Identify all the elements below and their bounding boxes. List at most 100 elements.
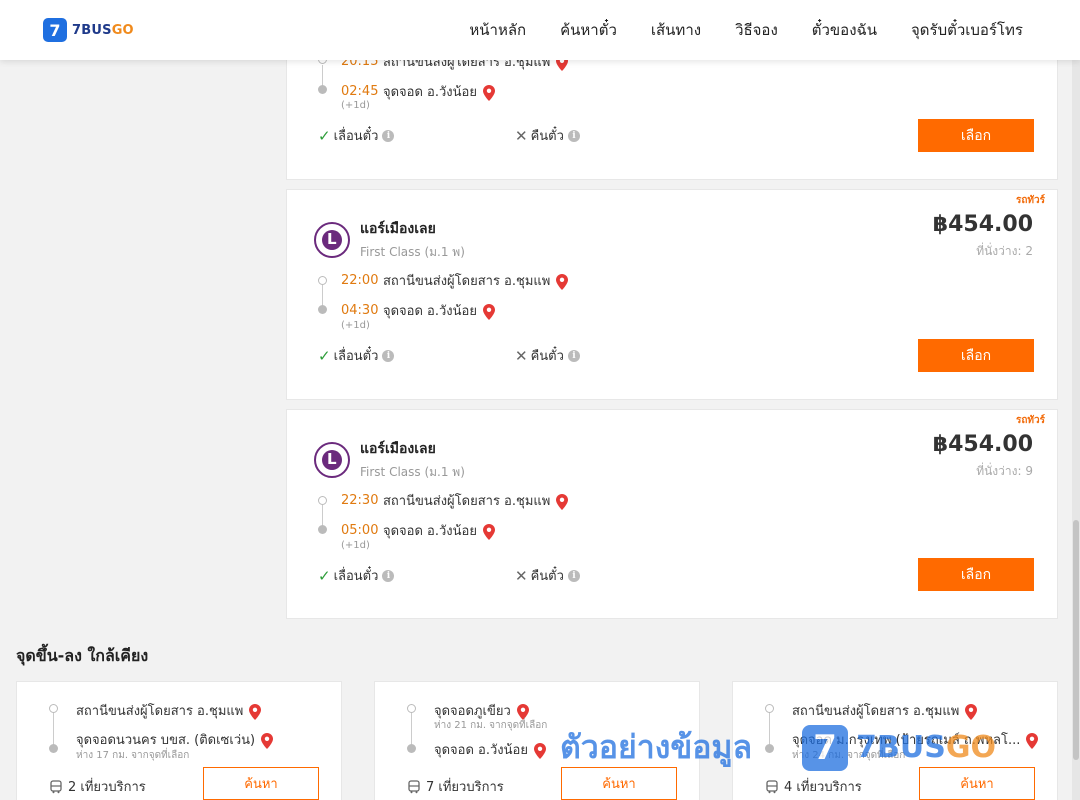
route-rail: [411, 712, 412, 748]
bus-type-badge: รถทัวร์: [1015, 415, 1045, 426]
plus-day: (+1d): [341, 100, 370, 111]
map-pin-icon[interactable]: [1026, 732, 1039, 749]
info-icon[interactable]: i: [567, 349, 580, 362]
policy-refund-label: คืนตั๋ว: [530, 569, 564, 584]
map-pin-icon[interactable]: [482, 84, 495, 101]
bus-icon: [50, 779, 62, 793]
map-pin-icon[interactable]: [261, 732, 274, 749]
policy-change: ✓ เลื่อนตั๋ว i: [318, 565, 395, 586]
nearby-section-title: จุดขึ้น-ลง ใกล้เคียง: [16, 646, 149, 665]
search-button[interactable]: ค้นหา: [561, 767, 677, 800]
map-pin-icon[interactable]: [965, 703, 978, 720]
bus-class: First Class (ม.1 พ): [360, 245, 465, 259]
map-pin-icon[interactable]: [482, 303, 495, 320]
depart-stop: 22:30 สถานีขนส่งผู้โดยสาร อ.ชุมแพ: [341, 490, 569, 511]
x-icon: ✕: [515, 126, 528, 145]
depart-stop-name: สถานีขนส่งผู้โดยสาร อ.ชุมแพ: [383, 494, 551, 509]
bus-icon: [766, 779, 778, 793]
nearby-card: สถานีขนส่งผู้โดยสาร อ.ชุมแพ จุดจอดนวนคร …: [16, 681, 342, 800]
arrive-stop: 04:30 จุดจอด อ.วังน้อย: [341, 300, 495, 321]
info-icon[interactable]: i: [382, 129, 395, 142]
top-navbar: 7 7BUSGO หน้าหลัก ค้นหาตั๋ว เส้นทาง วิธี…: [0, 0, 1080, 60]
from-dot: [765, 704, 774, 713]
nearby-from-distance: ห่าง 21 กม. จากจุดที่เลือก: [434, 720, 548, 731]
bus-icon: [408, 779, 420, 793]
nearby-to-name: จุดจอดนวนคร บขส. (ติดเซเว่น): [76, 733, 256, 748]
nav-my-tickets[interactable]: ตั๋วของฉัน: [812, 18, 877, 42]
operator-logo: [314, 442, 350, 478]
depart-time: 22:30: [341, 493, 379, 508]
map-pin-icon[interactable]: [482, 523, 495, 540]
depart-dot: [318, 496, 327, 505]
policy-refund: ✕ คืนตั๋ว i: [515, 565, 580, 586]
arrive-stop-name: จุดจอด อ.วังน้อย: [383, 304, 477, 319]
from-dot: [407, 704, 416, 713]
trip-count-label: 4 เที่ยวบริการ: [784, 780, 862, 795]
trip-card: รถทัวร์ แอร์เมืองเลย First Class (ม.1 พ)…: [286, 189, 1058, 400]
logo-text-bus: 7BUS: [72, 22, 112, 38]
trip-count-label: 7 เที่ยวบริการ: [426, 780, 504, 795]
trip-card: 20:15 สถานีขนส่งผู้โดยสาร อ.ชุมแพ 02:45 …: [286, 40, 1058, 180]
check-icon: ✓: [318, 346, 331, 365]
depart-stop: 22:00 สถานีขนส่งผู้โดยสาร อ.ชุมแพ: [341, 270, 569, 291]
bus-type-badge: รถทัวร์: [1015, 195, 1045, 206]
map-pin-icon[interactable]: [556, 493, 569, 510]
nearby-to-name: จุดจอด อ.วังน้อย: [434, 743, 528, 758]
nav-routes[interactable]: เส้นทาง: [651, 18, 701, 42]
to-dot: [49, 744, 58, 753]
nearby-from: สถานีขนส่งผู้โดยสาร อ.ชุมแพ: [792, 700, 978, 721]
map-pin-icon[interactable]: [556, 273, 569, 290]
nav-ticket-pickup[interactable]: จุดรับตั๋วเบอร์โทร: [911, 18, 1023, 42]
plus-day: (+1d): [341, 320, 370, 331]
x-icon: ✕: [515, 346, 528, 365]
nav-home[interactable]: หน้าหลัก: [469, 18, 526, 42]
nav-search-ticket[interactable]: ค้นหาตั๋ว: [560, 18, 617, 42]
nearby-to: จุดจอดนวนคร บขส. (ติดเซเว่น): [76, 729, 274, 750]
depart-stop-name: สถานีขนส่งผู้โดยสาร อ.ชุมแพ: [383, 274, 551, 289]
trip-price: ฿454.00: [932, 212, 1033, 237]
arrive-stop-name: จุดจอด อ.วังน้อย: [383, 524, 477, 539]
select-trip-button[interactable]: เลือก: [918, 558, 1034, 591]
trip-card: รถทัวร์ แอร์เมืองเลย First Class (ม.1 พ)…: [286, 409, 1058, 619]
page-scrollbar[interactable]: [1072, 60, 1080, 800]
nearby-to-name: จุดจอด ม.กรุงเทพ (ป้ายรถเมล์ ถ.พหลโ...: [792, 733, 1021, 748]
operator-logo: [314, 222, 350, 258]
info-icon[interactable]: i: [567, 569, 580, 582]
route-rail: [53, 712, 54, 748]
map-pin-icon[interactable]: [533, 742, 546, 759]
select-trip-button[interactable]: เลือก: [918, 119, 1034, 152]
search-button[interactable]: ค้นหา: [919, 767, 1035, 800]
arrive-dot: [318, 85, 327, 94]
arrive-dot: [318, 525, 327, 534]
trip-count: 4 เที่ยวบริการ: [765, 776, 862, 797]
depart-dot: [318, 276, 327, 285]
nearby-to: จุดจอด ม.กรุงเทพ (ป้ายรถเมล์ ถ.พหลโ...: [792, 729, 1039, 750]
nav-how-to-book[interactable]: วิธีจอง: [735, 18, 778, 42]
scrollbar-thumb[interactable]: [1073, 520, 1079, 760]
logo-badge: 7: [43, 18, 67, 42]
route-rail: [769, 712, 770, 748]
x-icon: ✕: [515, 566, 528, 585]
nearby-card: จุดจอดภูเขียว ห่าง 21 กม. จากจุดที่เลือก…: [374, 681, 700, 800]
info-icon[interactable]: i: [567, 129, 580, 142]
info-icon[interactable]: i: [382, 569, 395, 582]
seats-available: ที่นั่งว่าง: 9: [976, 464, 1033, 478]
policy-change-label: เลื่อนตั๋ว: [333, 129, 379, 144]
info-icon[interactable]: i: [382, 349, 395, 362]
nearby-to-distance: ห่าง 17 กม. จากจุดที่เลือก: [76, 750, 190, 761]
search-button[interactable]: ค้นหา: [203, 767, 319, 800]
from-dot: [49, 704, 58, 713]
nearby-card: สถานีขนส่งผู้โดยสาร อ.ชุมแพ จุดจอด ม.กรุ…: [732, 681, 1058, 800]
policy-refund: ✕ คืนตั๋ว i: [515, 345, 580, 366]
logo-text-go: GO: [111, 22, 134, 38]
map-pin-icon[interactable]: [249, 703, 262, 720]
operator-name: แอร์เมืองเลย: [360, 441, 436, 457]
depart-time: 22:00: [341, 273, 379, 288]
nearby-from-name: สถานีขนส่งผู้โดยสาร อ.ชุมแพ: [792, 704, 960, 719]
operator: แอร์เมืองเลย First Class (ม.1 พ): [314, 438, 465, 482]
trip-count: 2 เที่ยวบริการ: [49, 776, 146, 797]
to-dot: [765, 744, 774, 753]
select-trip-button[interactable]: เลือก: [918, 339, 1034, 372]
nearby-to-distance: ห่าง 24 กม. จากจุดที่เลือก: [792, 750, 906, 761]
site-logo[interactable]: 7 7BUSGO: [43, 18, 134, 42]
